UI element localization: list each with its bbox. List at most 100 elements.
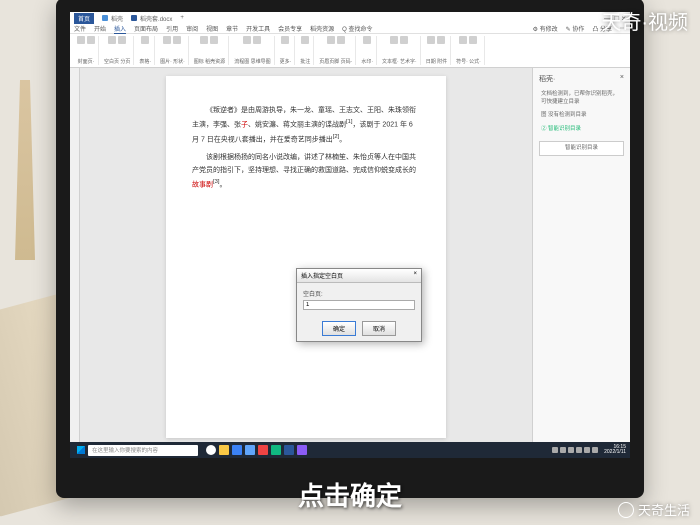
ribbon-group[interactable]: 日期 附件 [423, 36, 451, 65]
taskbar-search[interactable]: 在这里输入你要搜索的内容 [88, 445, 198, 456]
ribbon-group[interactable]: 图片· 形状· [157, 36, 189, 65]
task-wps-icon[interactable] [284, 445, 294, 455]
tray-icon[interactable] [568, 447, 574, 453]
side-msg-1: 文档检测到，已帮你识别稻壳，可快捷建立目录 [539, 88, 624, 109]
task-edge-icon[interactable] [232, 445, 242, 455]
ribbon-icon[interactable] [141, 36, 149, 44]
menu-member[interactable]: 会员专享 [278, 24, 302, 33]
ribbon-label: 空白页 分页 [104, 58, 130, 65]
tray-clock[interactable]: 16:152022/1/11 [604, 445, 626, 456]
tray-volume-icon[interactable] [576, 447, 582, 453]
ribbon-group[interactable]: 流程图 思维导图 [231, 36, 274, 65]
ribbon-group[interactable]: 更多· [277, 36, 296, 65]
ribbon-icon[interactable] [459, 36, 467, 44]
ribbon-group[interactable]: 图标 稻壳资源 [191, 36, 229, 65]
menu-collab[interactable]: ✎ 协作 [566, 24, 585, 33]
windows-taskbar: 在这里输入你要搜索的内容 16:152022/1/11 [70, 442, 630, 458]
task-app3-icon[interactable] [297, 445, 307, 455]
paragraph-1: 《叛逆者》是由周游执导，朱一龙、童瑶、王志文、王阳、朱珠领衔主演，李强、张子、姚… [192, 104, 420, 147]
side-panel-close[interactable]: × [620, 74, 624, 84]
menu-review[interactable]: 审阅 [186, 24, 198, 33]
ribbon-icon[interactable] [327, 36, 335, 44]
menu-search[interactable]: Q 查找命令 [342, 24, 372, 33]
task-app1-icon[interactable] [258, 445, 268, 455]
ribbon-icon[interactable] [87, 36, 95, 44]
task-app2-icon[interactable] [271, 445, 281, 455]
tray-icon[interactable] [552, 447, 558, 453]
home-tab[interactable]: 首页 [74, 13, 94, 24]
paragraph-2: 该剧根据杨扬的同名小说改编，讲述了林楠笙、朱怡贞等人在中国共产党员的指引下，坚持… [192, 151, 420, 192]
dialog-body: 空白页: [297, 283, 421, 316]
doc-icon [131, 15, 137, 21]
ribbon-group[interactable]: 符号· 公式· [453, 36, 485, 65]
watermark-bottom: 天奇生活 [618, 500, 690, 519]
ribbon-icon[interactable] [281, 36, 289, 44]
menu-changes[interactable]: ⚙ 有修改 [533, 24, 558, 33]
ribbon-icon[interactable] [437, 36, 445, 44]
subtitle-caption: 点击确定 [298, 476, 402, 513]
ribbon-group[interactable]: 空白页 分页 [101, 36, 134, 65]
ribbon-icon[interactable] [363, 36, 371, 44]
menu-insert[interactable]: 插入 [114, 24, 126, 34]
ribbon-group[interactable]: 文本框· 艺术字· [379, 36, 421, 65]
ribbon-icon[interactable] [243, 36, 251, 44]
menu-section[interactable]: 章节 [226, 24, 238, 33]
tray-ime-icon[interactable] [592, 447, 598, 453]
ribbon-label: 表格· [139, 58, 151, 65]
ribbon-group[interactable]: 水印· [358, 36, 377, 65]
start-button[interactable] [74, 444, 88, 456]
ribbon-group[interactable]: 页眉页脚 页码· [316, 36, 356, 65]
menu-view[interactable]: 视图 [206, 24, 218, 33]
menu-ref[interactable]: 引用 [166, 24, 178, 33]
ribbon-icon[interactable] [253, 36, 261, 44]
new-tab-button[interactable]: + [180, 15, 184, 21]
dialog-close-button[interactable]: × [413, 271, 417, 280]
ribbon-icon[interactable] [469, 36, 477, 44]
side-msg-2: 图 没有检测到目录 [539, 109, 624, 123]
ribbon-icon[interactable] [337, 36, 345, 44]
ribbon-icon[interactable] [400, 36, 408, 44]
ribbon-icon[interactable] [77, 36, 85, 44]
ribbon-group[interactable]: 表格· [136, 36, 155, 65]
side-btn[interactable]: 智能识别目录 [539, 141, 624, 157]
ribbon-icon[interactable] [173, 36, 181, 44]
menu-start[interactable]: 开始 [94, 24, 106, 33]
dialog-title-text: 插入指定空白页 [301, 271, 343, 280]
dialog-titlebar[interactable]: 插入指定空白页 × [297, 269, 421, 283]
document-canvas[interactable]: 《叛逆者》是由周游执导，朱一龙、童瑶、王志文、王阳、朱珠领衔主演，李强、张子、姚… [80, 68, 532, 446]
ribbon-label: 页眉页脚 页码· [319, 58, 352, 65]
side-link-1[interactable]: ② 智能识别目录 [539, 123, 624, 137]
ribbon-group[interactable]: 批注 [297, 36, 314, 65]
shell-tab[interactable]: 稻壳 [102, 14, 123, 23]
side-panel-title: 稻壳· [539, 74, 555, 84]
ribbon: 封面页· 空白页 分页 表格· 图片· 形状·图标 稻壳资源流程图 思维导图更多· 批注… [70, 34, 630, 68]
system-tray: 16:152022/1/11 [552, 445, 626, 456]
ribbon-icon[interactable] [427, 36, 435, 44]
page-count-input[interactable] [303, 300, 415, 310]
ok-button[interactable]: 确定 [322, 321, 356, 336]
ribbon-icon[interactable] [301, 36, 309, 44]
ribbon-icon[interactable] [163, 36, 171, 44]
task-cortana-icon[interactable] [206, 445, 216, 455]
task-explorer-icon[interactable] [219, 445, 229, 455]
task-mail-icon[interactable] [245, 445, 255, 455]
watermark-top: 天奇·视频 [601, 6, 688, 35]
ribbon-icon[interactable] [108, 36, 116, 44]
ribbon-icon[interactable] [118, 36, 126, 44]
menu-file[interactable]: 文件 [74, 24, 86, 33]
cancel-button[interactable]: 取消 [362, 321, 396, 336]
ribbon-icon[interactable] [200, 36, 208, 44]
content-area: 《叛逆者》是由周游执导，朱一龙、童瑶、王志文、王阳、朱珠领衔主演，李强、张子、姚… [70, 68, 630, 446]
page: 《叛逆者》是由周游执导，朱一龙、童瑶、王志文、王阳、朱珠领衔主演，李强、张子、姚… [166, 76, 446, 438]
tray-icon[interactable] [560, 447, 566, 453]
document-tab[interactable]: 稻壳套.docx [131, 14, 172, 23]
ribbon-icon[interactable] [390, 36, 398, 44]
ribbon-icon[interactable] [210, 36, 218, 44]
tray-network-icon[interactable] [584, 447, 590, 453]
windows-icon [77, 446, 85, 454]
menu-resource[interactable]: 稻壳资源 [310, 24, 334, 33]
menu-dev[interactable]: 开发工具 [246, 24, 270, 33]
ribbon-group[interactable]: 封面页· [74, 36, 99, 65]
ribbon-label: 更多· [280, 58, 292, 65]
menu-layout[interactable]: 页面布局 [134, 24, 158, 33]
